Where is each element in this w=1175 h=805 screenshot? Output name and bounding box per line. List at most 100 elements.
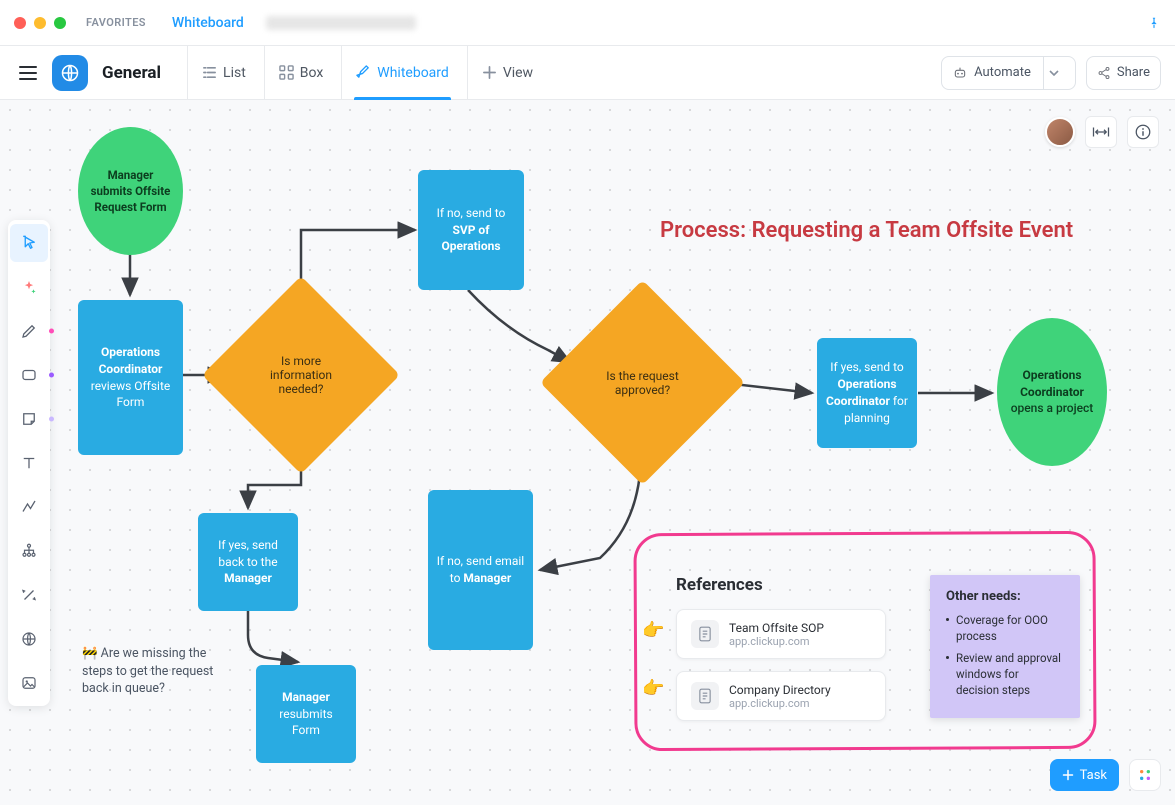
sticky-note-icon [20, 410, 38, 428]
titlebar: FAVORITES Whiteboard [0, 0, 1175, 46]
pin-icon[interactable] [1147, 16, 1161, 30]
reference-subtitle: app.clickup.com [729, 697, 831, 710]
list-icon [202, 65, 217, 80]
sparkle-icon [20, 278, 38, 296]
shape-send-svp[interactable]: If no, send to SVP of Operations [418, 170, 524, 290]
document-icon [691, 682, 719, 710]
plus-icon [1062, 769, 1074, 781]
space-title[interactable]: General [102, 63, 161, 83]
shape-send-planning-text: If yes, send to Operations Coordinator f… [825, 359, 909, 426]
grid-icon [279, 65, 294, 80]
wand-icon [20, 586, 38, 604]
reference-card[interactable]: Team Offsite SOP app.clickup.com [676, 609, 886, 659]
shape-review[interactable]: Operations Coordinator reviews Offsite F… [78, 300, 183, 455]
robot-icon [952, 65, 968, 81]
text-tool[interactable] [14, 448, 44, 478]
image-icon [20, 674, 38, 692]
user-avatar[interactable] [1045, 117, 1075, 147]
space-icon[interactable] [52, 55, 88, 91]
task-button-label: Task [1080, 768, 1107, 783]
minimize-window-button[interactable] [34, 17, 46, 29]
shape-decision-approved-text: Is the request approved? [570, 310, 715, 455]
reference-title: Team Offsite SOP [729, 621, 824, 635]
shape-start[interactable]: Manager submits Offsite Request Form [78, 127, 183, 255]
whiteboard-canvas[interactable]: Process: Requesting a Team Offsite Event… [0, 100, 1175, 805]
automate-button[interactable]: Automate [941, 56, 1076, 90]
pencil-icon [356, 65, 371, 80]
reference-title: Company Directory [729, 683, 831, 697]
new-task-button[interactable]: Task [1050, 759, 1119, 791]
shape-send-svp-text: If no, send to SVP of Operations [426, 205, 516, 255]
menu-toggle-button[interactable] [14, 59, 42, 87]
view-tab-label: View [503, 65, 533, 81]
shape-decision-info[interactable]: Is more information needed? [231, 305, 371, 445]
share-icon [1097, 66, 1111, 80]
window-controls [14, 17, 66, 29]
titlebar-blurred-tab [266, 16, 416, 30]
template-tool[interactable] [14, 272, 44, 302]
view-tab-whiteboard[interactable]: Whiteboard [341, 46, 463, 100]
add-view-button[interactable]: View [467, 46, 547, 100]
view-tab-label: Whiteboard [377, 65, 449, 81]
share-button[interactable]: Share [1086, 56, 1161, 90]
close-window-button[interactable] [14, 17, 26, 29]
pen-icon [20, 322, 38, 340]
shape-resubmit[interactable]: Manager resubmits Form [256, 665, 356, 763]
shape-end[interactable]: Operations Coordinator opens a project [997, 318, 1107, 466]
tool-palette [8, 220, 50, 706]
apps-button[interactable] [1129, 759, 1161, 791]
shape-end-text: Operations Coordinator opens a project [1005, 367, 1099, 417]
fit-width-button[interactable] [1085, 116, 1117, 148]
shape-resubmit-text: Manager resubmits Form [264, 689, 348, 739]
sticky-tool[interactable] [14, 404, 44, 434]
sticky-note[interactable]: Other needs: Coverage for OOO process Re… [930, 575, 1080, 718]
shape-decision-approved[interactable]: Is the request approved? [570, 310, 715, 455]
plus-icon [482, 65, 497, 80]
org-tool[interactable] [14, 536, 44, 566]
share-label: Share [1117, 65, 1150, 80]
cursor-icon [20, 234, 38, 252]
org-chart-icon [20, 542, 38, 560]
image-tool[interactable] [14, 668, 44, 698]
globe-icon [20, 630, 38, 648]
automate-label: Automate [974, 65, 1031, 80]
sticky-item: Review and approval windows for decision… [946, 650, 1064, 698]
bottom-controls: Task [1050, 759, 1161, 791]
view-tab-label: List [223, 65, 246, 81]
maximize-window-button[interactable] [54, 17, 66, 29]
view-tab-label: Box [300, 65, 324, 81]
connector-tool[interactable] [14, 492, 44, 522]
titlebar-tab-whiteboard[interactable]: Whiteboard [172, 15, 244, 31]
connector-icon [20, 498, 38, 516]
info-icon [1134, 123, 1152, 141]
pointer-tool[interactable] [14, 228, 44, 258]
shape-review-text: Operations Coordinator reviews Offsite F… [86, 344, 175, 411]
pen-tool[interactable] [14, 316, 44, 346]
references-panel: References Team Offsite SOP app.clickup.… [676, 575, 886, 733]
chevron-down-icon [1049, 70, 1059, 76]
shape-tool[interactable] [14, 360, 44, 390]
view-tab-list[interactable]: List [187, 46, 260, 100]
info-button[interactable] [1127, 116, 1159, 148]
reference-subtitle: app.clickup.com [729, 635, 824, 648]
sticky-item: Coverage for OOO process [946, 612, 1064, 644]
shape-send-back-text: If yes, send back to the Manager [206, 537, 290, 587]
fit-width-icon [1092, 125, 1110, 139]
shape-decision-info-text: Is more information needed? [231, 305, 371, 445]
canvas-toolbar [1045, 116, 1159, 148]
apps-icon [1137, 767, 1153, 783]
shape-send-email-text: If no, send email to Manager [436, 553, 525, 587]
web-tool[interactable] [14, 624, 44, 654]
document-icon [691, 620, 719, 648]
shape-start-text: Manager submits Offsite Request Form [86, 167, 175, 215]
reference-card[interactable]: Company Directory app.clickup.com [676, 671, 886, 721]
shape-send-back[interactable]: If yes, send back to the Manager [198, 513, 298, 611]
shape-send-planning[interactable]: If yes, send to Operations Coordinator f… [817, 338, 917, 448]
toolbar: General List Box Whiteboard View Automat… [0, 46, 1175, 100]
automate-dropdown[interactable] [1043, 56, 1065, 90]
view-tab-box[interactable]: Box [264, 46, 338, 100]
shape-send-email[interactable]: If no, send email to Manager [428, 490, 533, 650]
sticky-heading: Other needs: [946, 589, 1064, 604]
ai-tool[interactable] [14, 580, 44, 610]
sticky-list: Coverage for OOO process Review and appr… [946, 612, 1064, 698]
